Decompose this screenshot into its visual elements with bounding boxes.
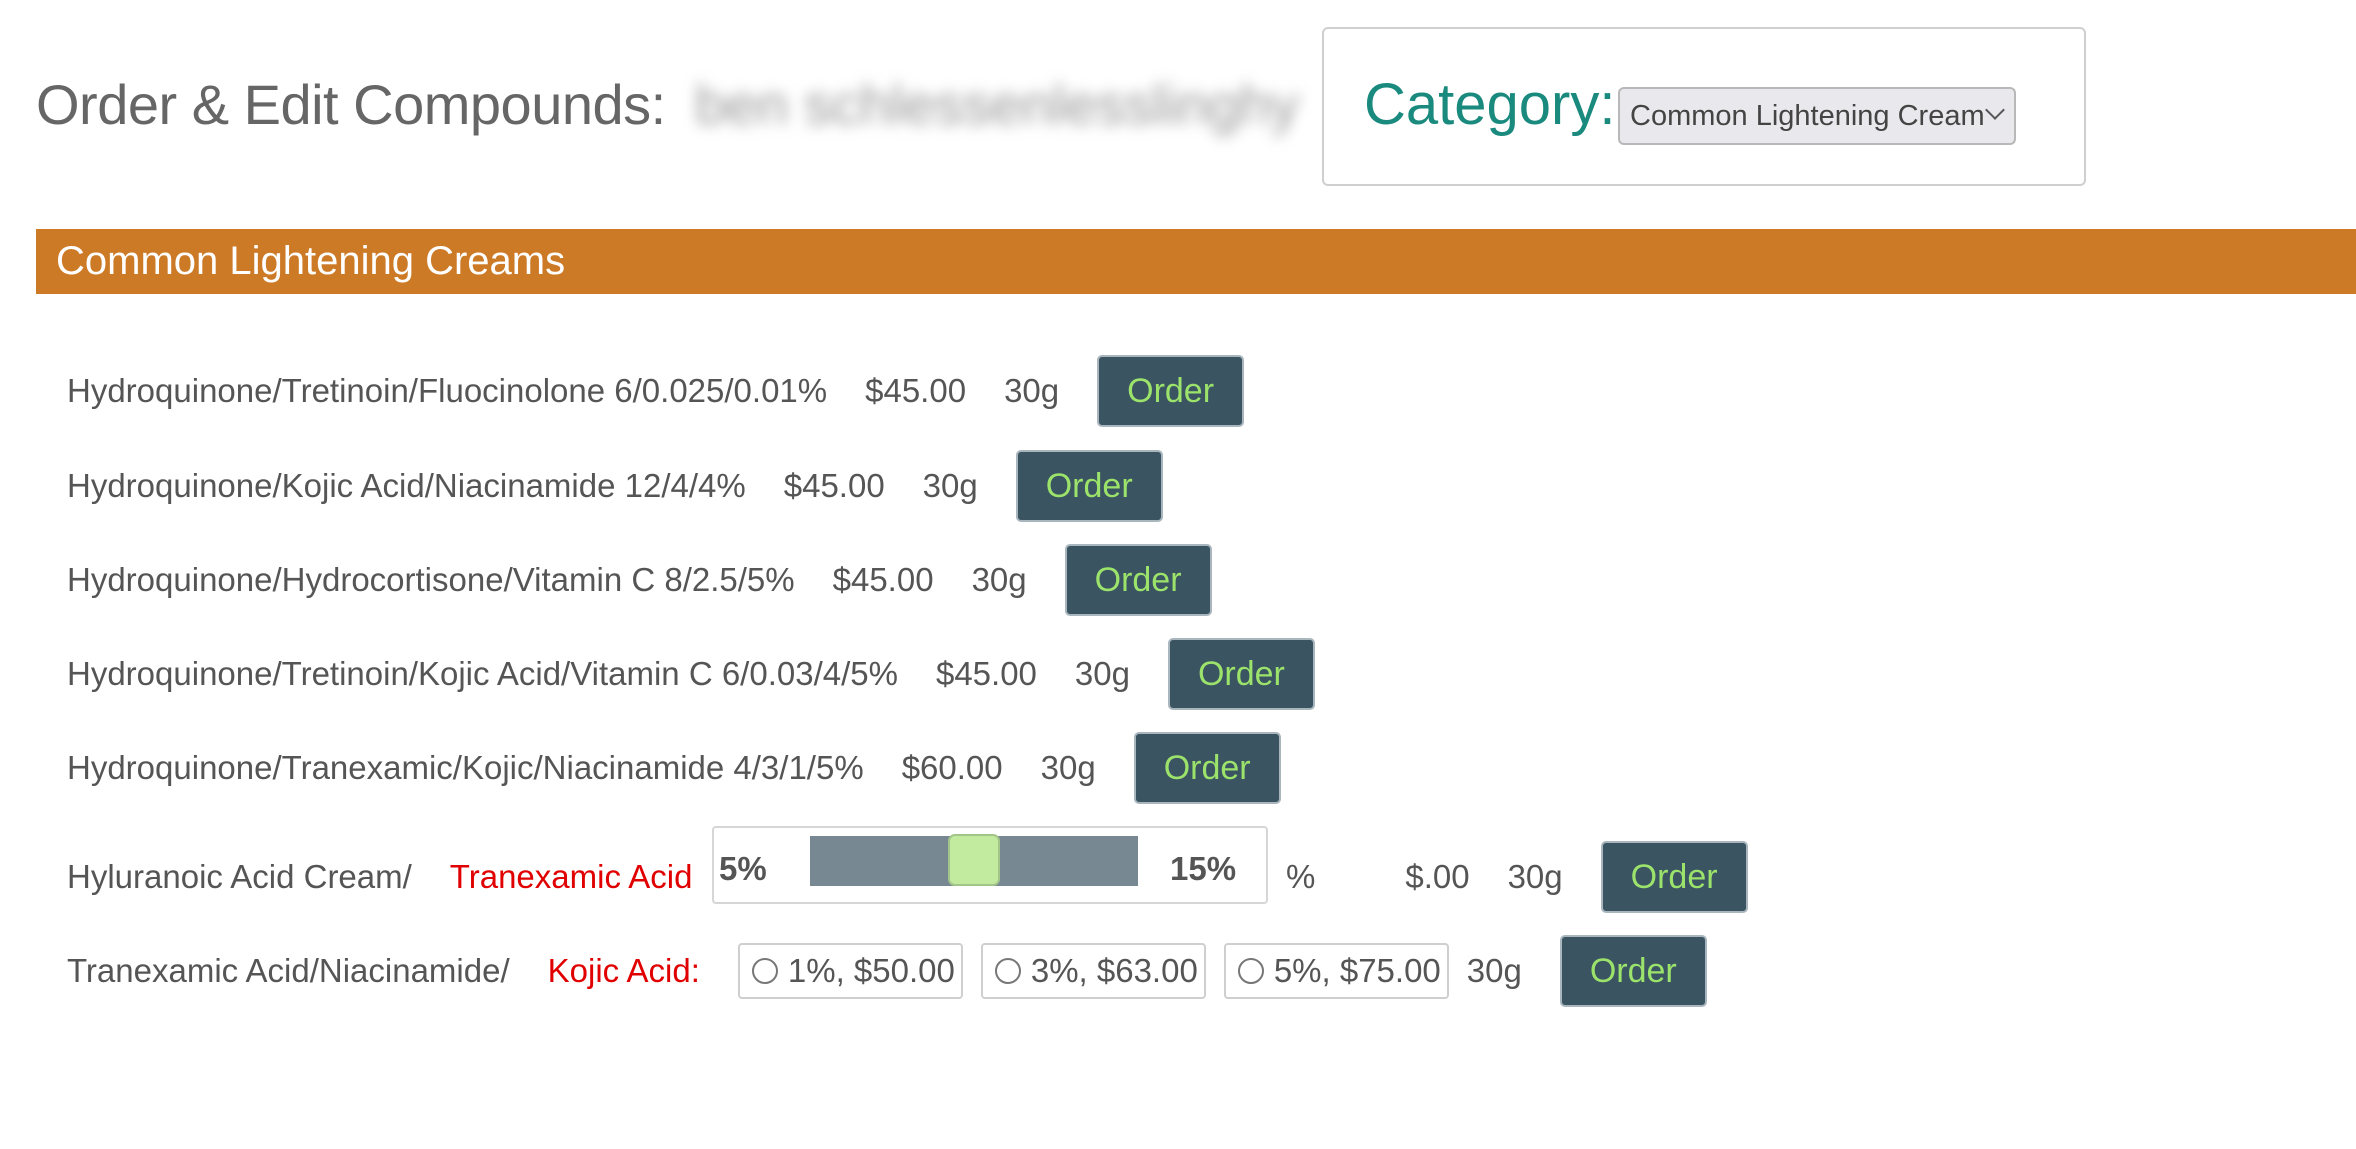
product-price: $45.00 [783, 467, 885, 504]
chevron-down-icon [1985, 100, 2005, 120]
product-size: 30g [1507, 858, 1563, 895]
slider-track[interactable] [810, 834, 1138, 886]
slider-product-row: Hyluranoic Acid Cream/ Tranexamic Acid [67, 841, 693, 913]
page-title: Order & Edit Compounds: [36, 73, 666, 136]
radio-button[interactable] [1237, 958, 1264, 984]
product-row: Hydroquinone/Tranexamic/Kojic/Niacinamid… [67, 732, 1281, 804]
product-row: Hydroquinone/Hydrocortisone/Vitamin C 8/… [67, 544, 1212, 616]
radio-button[interactable] [751, 958, 778, 984]
section-header: Common Lightening Creams [36, 229, 2356, 294]
radio-option-5[interactable]: 5%, $75.00 [1223, 943, 1449, 999]
product-name: Hydroquinone/Tretinoin/Kojic Acid/Vitami… [67, 655, 898, 692]
radio-option-3[interactable]: 3%, $63.00 [980, 943, 1206, 999]
section-title: Common Lightening Creams [56, 239, 566, 283]
category-label: Category: [1364, 72, 1616, 137]
slider-ingredient-label: Tranexamic Acid [449, 858, 693, 895]
category-select[interactable]: Common Lightening Cream [1618, 87, 2016, 145]
order-button[interactable]: Order [1167, 638, 1315, 710]
slider-handle[interactable] [948, 834, 1000, 886]
order-button[interactable]: Order [1097, 355, 1245, 427]
product-row: Hydroquinone/Tretinoin/Fluocinolone 6/0.… [67, 355, 1245, 427]
radio-product-row: Tranexamic Acid/Niacinamide/ Kojic Acid:… [67, 935, 1707, 1007]
category-select-value: Common Lightening Cream [1630, 99, 1985, 132]
product-price: $60.00 [901, 749, 1003, 786]
slider-min-label: 5% [719, 850, 767, 887]
radio-option-label: 5%, $75.00 [1273, 952, 1441, 989]
order-button[interactable]: Order [1133, 732, 1281, 804]
order-button[interactable]: Order [1559, 935, 1707, 1007]
radio-option-label: 3%, $63.00 [1030, 952, 1198, 989]
slider-product-details: % $.00 30g Order [1286, 841, 1748, 913]
radio-ingredient-label: Kojic Acid: [547, 952, 700, 989]
radio-option-1[interactable]: 1%, $50.00 [737, 943, 963, 999]
radio-button[interactable] [994, 958, 1021, 984]
product-size: 30g [1074, 655, 1130, 692]
product-row: Hydroquinone/Kojic Acid/Niacinamide 12/4… [67, 450, 1163, 522]
product-price: $.00 [1405, 858, 1470, 895]
order-button[interactable]: Order [1064, 544, 1212, 616]
product-name: Hydroquinone/Tretinoin/Fluocinolone 6/0.… [67, 372, 828, 409]
product-size: 30g [1040, 749, 1096, 786]
product-price: $45.00 [832, 561, 934, 598]
category-panel: Category: Common Lightening Cream [1322, 27, 2086, 186]
order-button[interactable]: Order [1600, 841, 1748, 913]
product-size: 30g [1466, 952, 1522, 989]
concentration-slider: 5% 15% [712, 826, 1268, 904]
product-size: 30g [922, 467, 978, 504]
product-name: Hydroquinone/Kojic Acid/Niacinamide 12/4… [67, 467, 746, 504]
patient-name: ben schlessenlesslinghy [695, 73, 1299, 136]
slider-unit: % [1286, 858, 1316, 895]
product-size: 30g [1004, 372, 1060, 409]
product-name: Hyluranoic Acid Cream/ [67, 858, 412, 895]
product-row: Hydroquinone/Tretinoin/Kojic Acid/Vitami… [67, 638, 1315, 710]
slider-max-label: 15% [1170, 850, 1237, 887]
radio-option-label: 1%, $50.00 [787, 952, 955, 989]
product-price: $45.00 [935, 655, 1037, 692]
product-name: Hydroquinone/Hydrocortisone/Vitamin C 8/… [67, 561, 795, 598]
product-name: Tranexamic Acid/Niacinamide/ [67, 952, 510, 989]
product-name: Hydroquinone/Tranexamic/Kojic/Niacinamid… [67, 749, 864, 786]
product-price: $45.00 [865, 372, 967, 409]
product-size: 30g [971, 561, 1027, 598]
order-button[interactable]: Order [1015, 450, 1163, 522]
